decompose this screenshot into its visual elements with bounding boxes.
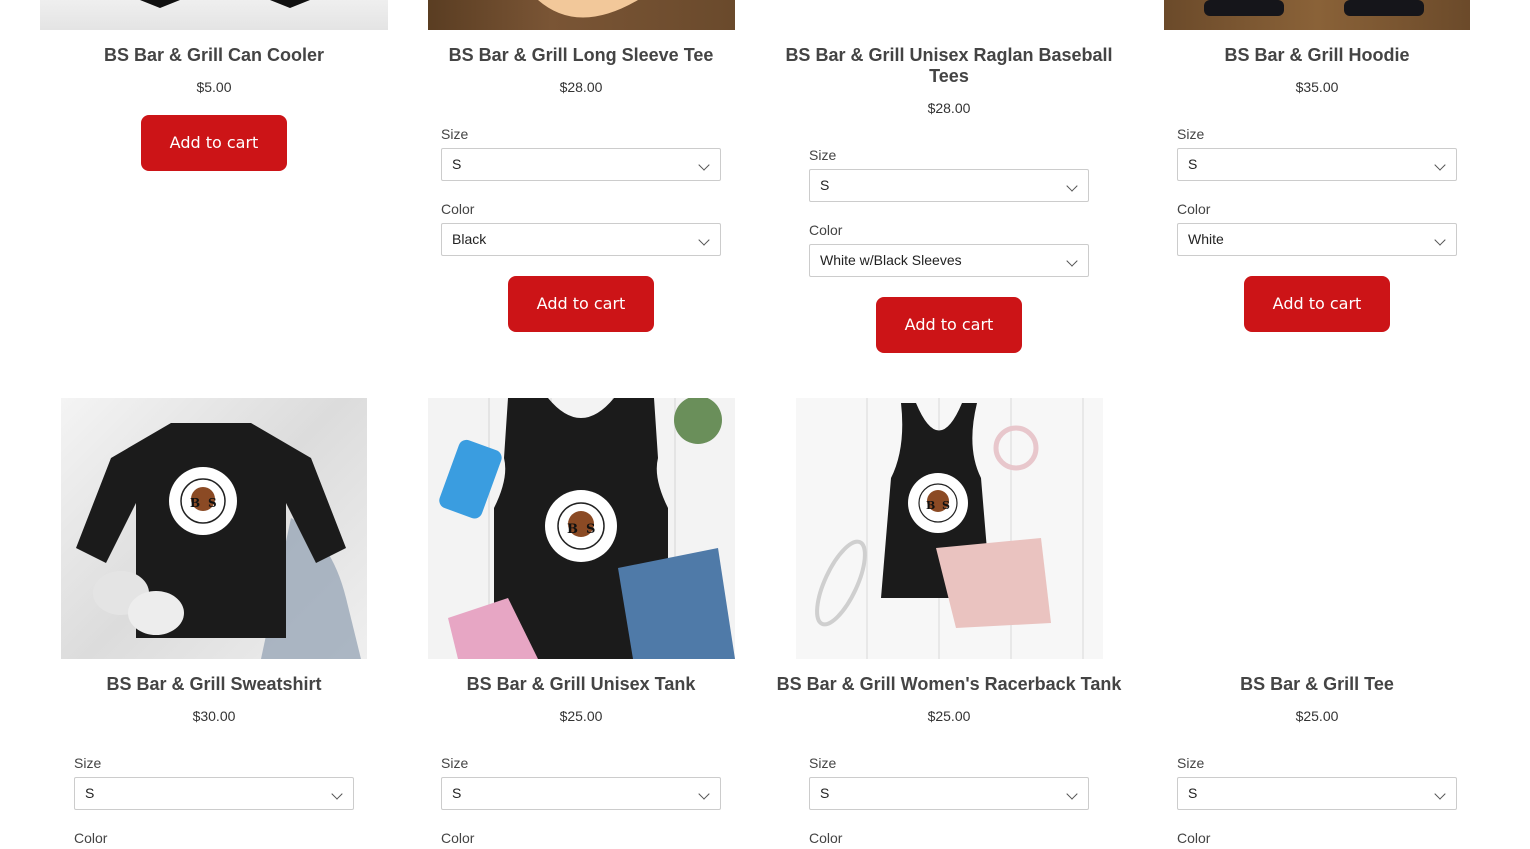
color-label: Color [441,830,475,846]
product-title[interactable]: BS Bar & Grill Unisex Tank [406,674,756,695]
chevron-down-icon [698,234,710,246]
size-label: Size [441,755,469,771]
add-to-cart-button[interactable]: Add to cart [1244,276,1390,332]
product-card-long-sleeve-tee: BS Bar & Grill Long Sleeve Tee $28.00 Si… [397,45,765,332]
product-card-sweatshirt: BS Bar & Grill Sweatshirt $30.00 Size S … [30,674,398,849]
product-price: $28.00 [559,79,603,95]
product-title[interactable]: BS Bar & Grill Hoodie [1142,45,1492,66]
product-card-raglan-tee: BS Bar & Grill Unisex Raglan Baseball Te… [765,45,1133,353]
chevron-down-icon [1066,788,1078,800]
chevron-down-icon [698,788,710,800]
size-select[interactable]: S [74,777,354,810]
color-label: Color [441,201,475,217]
product-card-can-cooler: BS Bar & Grill Can Cooler $5.00 Add to c… [30,45,398,171]
size-select-value: S [452,785,462,801]
product-title[interactable]: BS Bar & Grill Long Sleeve Tee [406,45,756,66]
chevron-down-icon [1434,159,1446,171]
svg-text:S: S [208,496,217,510]
svg-text:S: S [586,522,595,537]
color-select-value: White w/Black Sleeves [820,252,962,268]
size-label: Size [74,755,102,771]
chevron-down-icon [1434,234,1446,246]
product-price: $5.00 [196,79,232,95]
size-label: Size [441,126,469,142]
chevron-down-icon [698,159,710,171]
product-image-hoodie[interactable] [1164,0,1470,30]
product-grid: BS Bar & Grill Can Cooler $5.00 Add to c… [0,0,1530,849]
product-title[interactable]: BS Bar & Grill Sweatshirt [39,674,389,695]
size-select[interactable]: S [1177,777,1457,810]
product-title[interactable]: BS Bar & Grill Tee [1142,674,1492,695]
size-select[interactable]: S [441,148,721,181]
color-label: Color [1177,830,1211,846]
svg-text:B: B [567,522,578,537]
product-price: $25.00 [927,708,971,724]
product-card-racerback-tank: BS Bar & Grill Women's Racerback Tank $2… [765,674,1133,849]
size-select-value: S [820,177,830,193]
product-image-unisex-tank[interactable]: B S [428,398,735,659]
product-card-tee: BS Bar & Grill Tee $25.00 Size S Color [1133,674,1501,849]
size-label: Size [1177,755,1205,771]
product-card-hoodie: BS Bar & Grill Hoodie $35.00 Size S Colo… [1133,45,1501,332]
color-label: Color [809,222,843,238]
svg-text:B: B [190,496,200,510]
color-label: Color [809,830,843,846]
product-title[interactable]: BS Bar & Grill Women's Racerback Tank [774,674,1124,695]
product-price: $25.00 [1295,708,1339,724]
product-price: $28.00 [927,100,971,116]
chevron-down-icon [1066,255,1078,267]
color-select-value: White [1188,231,1224,247]
product-image-can-cooler[interactable] [40,0,388,30]
product-price: $35.00 [1295,79,1339,95]
product-image-sweatshirt[interactable]: B S [61,398,367,659]
add-to-cart-button[interactable]: Add to cart [508,276,654,332]
size-select-value: S [452,156,462,172]
chevron-down-icon [331,788,343,800]
color-select[interactable]: White [1177,223,1457,256]
product-title[interactable]: BS Bar & Grill Unisex Raglan Baseball Te… [774,45,1124,87]
chevron-down-icon [1434,788,1446,800]
add-to-cart-button[interactable]: Add to cart [876,297,1022,353]
color-select[interactable]: Black [441,223,721,256]
svg-text:S: S [942,499,950,512]
product-title[interactable]: BS Bar & Grill Can Cooler [39,45,389,66]
product-image-racerback-tank[interactable]: B S [796,398,1103,659]
size-select[interactable]: S [809,777,1089,810]
color-label: Color [1177,201,1211,217]
size-select[interactable]: S [1177,148,1457,181]
chevron-down-icon [1066,180,1078,192]
product-image-long-sleeve-tee[interactable] [428,0,735,30]
size-select[interactable]: S [809,169,1089,202]
size-label: Size [1177,126,1205,142]
color-label: Color [74,830,108,846]
color-select-value: Black [452,231,487,247]
size-select-value: S [820,785,830,801]
add-to-cart-button[interactable]: Add to cart [141,115,287,171]
size-label: Size [809,755,837,771]
size-select-value: S [1188,785,1198,801]
product-price: $25.00 [559,708,603,724]
size-select-value: S [1188,156,1198,172]
size-label: Size [809,147,837,163]
svg-text:B: B [926,499,935,512]
size-select-value: S [85,785,95,801]
size-select[interactable]: S [441,777,721,810]
product-card-unisex-tank: BS Bar & Grill Unisex Tank $25.00 Size S… [397,674,765,849]
product-price: $30.00 [192,708,236,724]
color-select[interactable]: White w/Black Sleeves [809,244,1089,277]
